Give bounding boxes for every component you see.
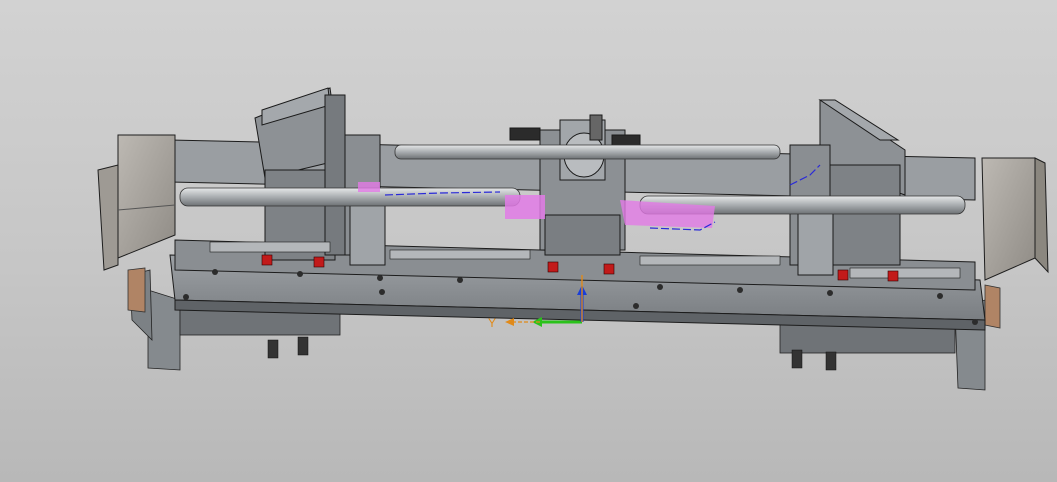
right-bracket [984, 284, 1001, 329]
right-carriage-block [789, 99, 906, 276]
machine-assembly-model[interactable]: Y [0, 0, 1057, 482]
upper-shaft [394, 144, 781, 160]
left-carriage-block [254, 87, 386, 266]
left-bracket [127, 267, 146, 313]
left-motor-housing [97, 134, 176, 271]
cable-connectors [267, 336, 837, 371]
triad-y-label: Y [488, 316, 496, 330]
lower-left-shaft [179, 187, 521, 207]
right-motor-housing [981, 157, 1049, 281]
cad-3d-viewport[interactable]: Y [0, 0, 1057, 482]
